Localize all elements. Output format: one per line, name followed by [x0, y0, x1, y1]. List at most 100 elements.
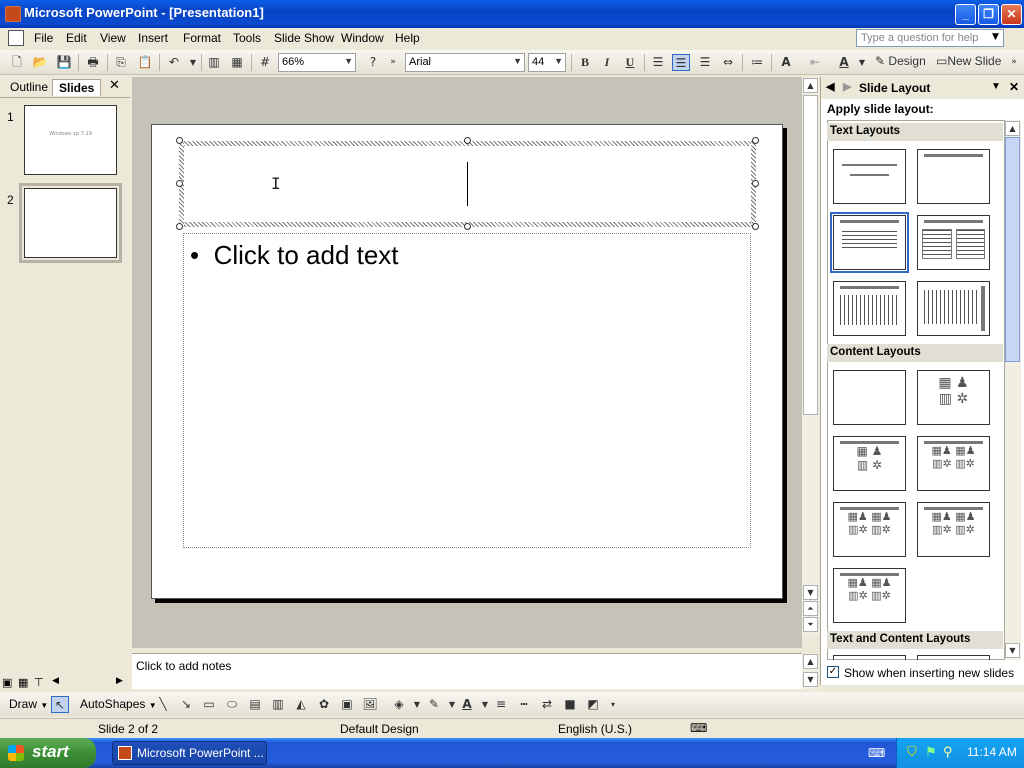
- rectangle-tool-icon[interactable]: ▭: [200, 696, 218, 713]
- bullets-icon[interactable]: ≔: [748, 54, 766, 71]
- layout-two-column-text[interactable]: [917, 215, 990, 270]
- new-slide-button[interactable]: ▭New Slide: [936, 54, 1002, 71]
- close-task-pane-icon[interactable]: ✕: [1009, 80, 1019, 94]
- bold-button[interactable]: B: [576, 54, 594, 71]
- next-slide-icon[interactable]: ⏷: [803, 617, 818, 632]
- open-folder-icon[interactable]: 📂: [31, 54, 49, 71]
- resize-handle[interactable]: [176, 223, 183, 230]
- scroll-left-icon[interactable]: ◀: [52, 676, 59, 686]
- toolbar-options-icon[interactable]: ▾: [604, 696, 622, 713]
- scroll-up-icon[interactable]: ▲: [1005, 121, 1020, 136]
- 3d-style-icon[interactable]: ◩: [584, 696, 602, 713]
- arrow-tool-icon[interactable]: ↘: [177, 696, 195, 713]
- scroll-down-icon[interactable]: ▼: [1005, 643, 1020, 658]
- toolbar-overflow-icon[interactable]: »: [1008, 54, 1020, 71]
- layout-title-and-two-content[interactable]: ▦♟ ▦♟ ▥✲ ▥✲: [917, 436, 990, 491]
- insert-table-icon[interactable]: ▦: [228, 54, 246, 71]
- task-pane-menu-icon[interactable]: ▼: [991, 81, 1001, 92]
- vertical-scrollbar[interactable]: ▲ ▼ ⏶ ⏷: [802, 77, 819, 635]
- arrow-style-icon[interactable]: ⇄: [538, 696, 556, 713]
- show-when-inserting-checkbox[interactable]: ✓: [827, 666, 839, 678]
- back-arrow-icon[interactable]: ◀: [826, 80, 834, 93]
- tab-slides[interactable]: Slides: [52, 79, 102, 96]
- body-placeholder[interactable]: [183, 233, 751, 548]
- layout-partial[interactable]: [833, 655, 906, 660]
- font-size-select[interactable]: 44 ▼: [528, 53, 566, 72]
- italic-button[interactable]: I: [598, 54, 616, 71]
- slide-thumbnail-1[interactable]: Windows xp 7.19: [24, 105, 117, 175]
- slide-thumbnail-2[interactable]: [24, 188, 117, 258]
- print-icon[interactable]: 🖶: [84, 54, 102, 71]
- layout-title-two-content-and-content[interactable]: ▦♟ ▦♟ ▥✲ ▥✲: [917, 502, 990, 557]
- zoom-select[interactable]: 66% ▼: [278, 53, 356, 72]
- scroll-up-icon[interactable]: ▲: [803, 654, 818, 669]
- toolbar-options-icon[interactable]: »: [384, 54, 402, 71]
- security-shield-icon[interactable]: ⛉: [907, 744, 917, 760]
- layout-title-content-and-two-content[interactable]: ▦♟ ▦♟ ▥✲ ▥✲: [833, 502, 906, 557]
- layout-content[interactable]: ▦ ♟ ▥ ✲: [917, 370, 990, 425]
- notes-pane[interactable]: Click to add notes: [132, 653, 802, 689]
- paste-icon[interactable]: 📋: [136, 54, 154, 71]
- resize-handle[interactable]: [464, 223, 471, 230]
- minimize-button[interactable]: _: [955, 4, 976, 25]
- scroll-thumb[interactable]: [1005, 137, 1020, 362]
- menu-window[interactable]: Window: [341, 31, 384, 45]
- insert-picture-icon[interactable]: ▣: [338, 696, 356, 713]
- copy-icon[interactable]: ⎘: [112, 54, 130, 71]
- picture-from-file-icon[interactable]: 🖼: [361, 696, 379, 713]
- slide-sorter-icon[interactable]: ▦: [18, 676, 28, 689]
- increase-font-icon[interactable]: A: [777, 54, 795, 71]
- slide-show-view-icon[interactable]: ⊤: [34, 676, 44, 689]
- restore-button[interactable]: ❐: [978, 4, 999, 25]
- clip-art-icon[interactable]: ✿: [315, 696, 333, 713]
- undo-icon[interactable]: ↶: [165, 54, 183, 71]
- scroll-up-icon[interactable]: ▲: [803, 78, 818, 93]
- menu-edit[interactable]: Edit: [66, 31, 87, 45]
- text-box-icon[interactable]: ▤: [246, 696, 264, 713]
- start-button[interactable]: start: [0, 738, 96, 768]
- draw-menu-button[interactable]: Draw ▼: [9, 697, 48, 711]
- font-color-dropdown-icon[interactable]: ▼: [853, 54, 871, 71]
- font-name-select[interactable]: Arial ▼: [405, 53, 525, 72]
- notes-scrollbar[interactable]: ▲ ▼: [802, 653, 819, 689]
- layout-title-and-content[interactable]: ▦ ♟ ▥ ✲: [833, 436, 906, 491]
- menu-file[interactable]: File: [34, 31, 53, 45]
- resize-handle[interactable]: [176, 180, 183, 187]
- autoshapes-menu-button[interactable]: AutoShapes ▼: [80, 697, 157, 711]
- help-search-input[interactable]: Type a question for help: [856, 29, 1004, 47]
- menu-view[interactable]: View: [100, 31, 126, 45]
- resize-handle[interactable]: [464, 137, 471, 144]
- scroll-down-icon[interactable]: ▼: [803, 672, 818, 687]
- layout-title-only[interactable]: [917, 149, 990, 204]
- layout-vertical-title-text[interactable]: [917, 281, 990, 336]
- align-left-icon[interactable]: ☰: [649, 54, 667, 71]
- new-file-icon[interactable]: 🗋: [8, 54, 26, 71]
- insert-diagram-icon[interactable]: ◭: [292, 696, 310, 713]
- resize-handle[interactable]: [176, 137, 183, 144]
- close-button[interactable]: ✕: [1001, 4, 1022, 25]
- menu-slide-show[interactable]: Slide Show: [274, 31, 334, 45]
- menu-tools[interactable]: Tools: [233, 31, 261, 45]
- layout-title-slide[interactable]: [833, 149, 906, 204]
- taskbar-powerpoint-item[interactable]: Microsoft PowerPoint ...: [112, 741, 267, 765]
- layout-title-and-text[interactable]: [830, 212, 909, 273]
- resize-handle[interactable]: [752, 137, 759, 144]
- task-pane-scrollbar[interactable]: ▲ ▼: [1005, 120, 1021, 660]
- dash-style-icon[interactable]: ┅: [515, 696, 533, 713]
- design-button[interactable]: ✎ Design: [875, 54, 931, 71]
- save-icon[interactable]: 💾: [55, 54, 73, 71]
- resize-handle[interactable]: [752, 180, 759, 187]
- oval-tool-icon[interactable]: ⬭: [223, 696, 241, 713]
- shadow-style-icon[interactable]: ■: [561, 696, 579, 713]
- font-color-icon[interactable]: A: [835, 54, 853, 71]
- line-style-icon[interactable]: ≡: [492, 696, 510, 713]
- normal-view-icon[interactable]: ▣: [2, 676, 12, 689]
- menu-insert[interactable]: Insert: [138, 31, 168, 45]
- insert-chart-icon[interactable]: ▥: [205, 54, 223, 71]
- help-dropdown-arrow-icon[interactable]: ▼: [992, 32, 999, 42]
- powerpoint-app-icon[interactable]: [5, 6, 21, 22]
- fill-color-icon[interactable]: ◈: [390, 696, 408, 713]
- undo-dropdown-icon[interactable]: ▼: [184, 54, 202, 71]
- scroll-thumb[interactable]: [803, 95, 818, 415]
- layout-title-and-four-content[interactable]: ▦♟ ▦♟ ▥✲ ▥✲: [833, 568, 906, 623]
